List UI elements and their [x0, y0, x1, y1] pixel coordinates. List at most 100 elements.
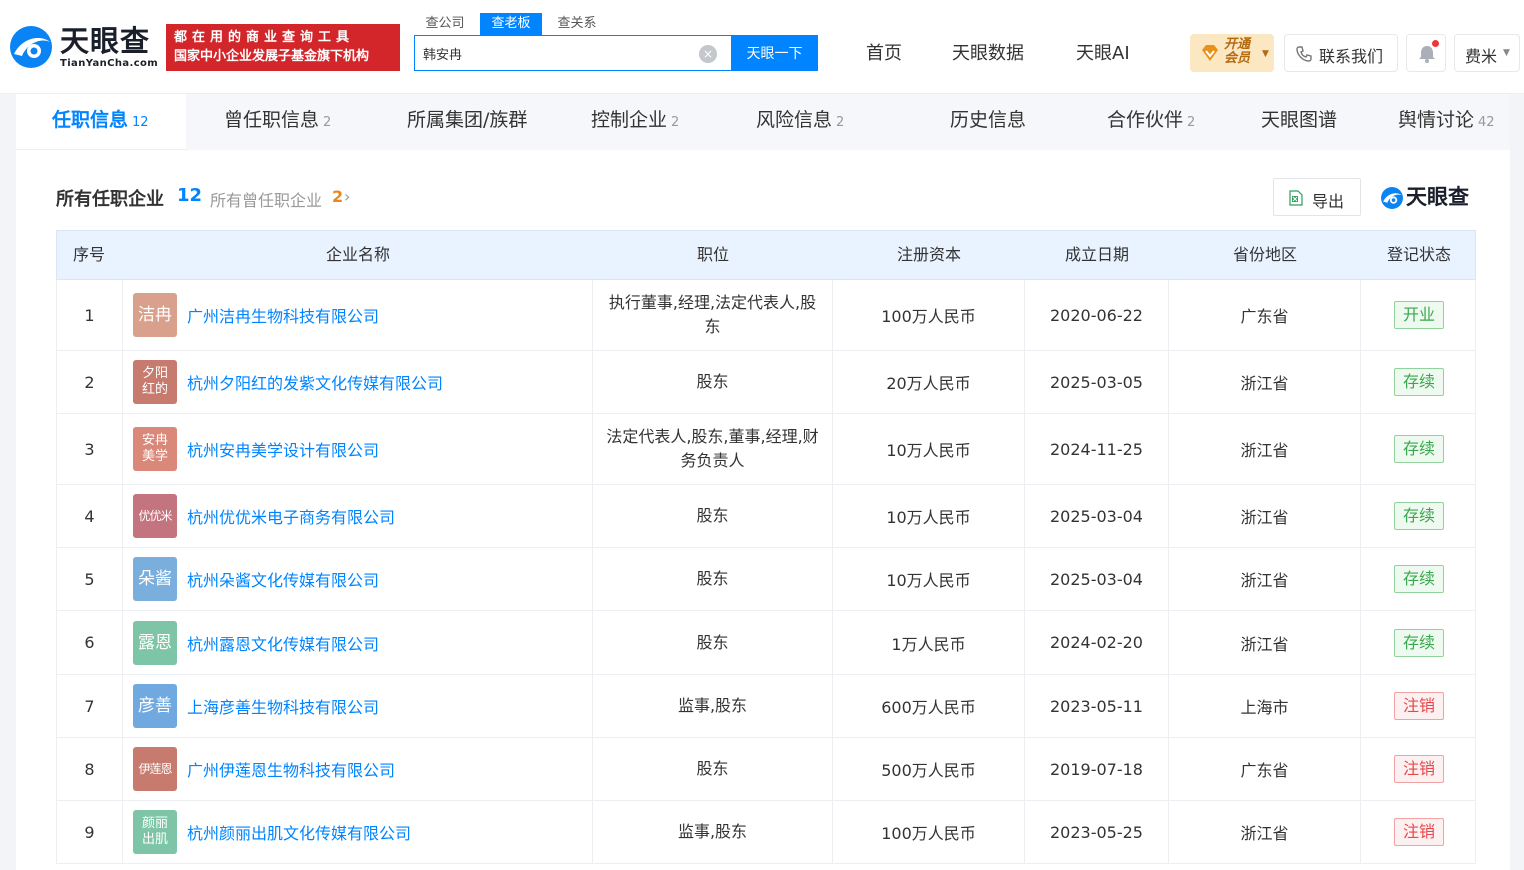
position-text: 股东 — [696, 569, 729, 588]
promo-line-2: 国家中小企业发展子基金旗下机构 — [174, 49, 370, 64]
section-title: 所有任职企业 — [56, 189, 164, 210]
tab-group[interactable]: 所属集团/族群 — [407, 94, 527, 150]
contact-button[interactable]: 联系我们 — [1284, 34, 1398, 72]
search-input[interactable] — [423, 36, 693, 70]
former-companies-count[interactable]: 2 — [332, 187, 343, 206]
company-name-link[interactable]: 上海彦善生物科技有限公司 — [187, 694, 379, 718]
promo-banner[interactable]: 都在用的商业查询工具 国家中小企业发展子基金旗下机构 — [166, 24, 400, 71]
search-tab-boss[interactable]: 查老板 — [480, 13, 542, 35]
nav-home[interactable]: 首页 — [866, 42, 902, 66]
position-cell: 执行董事,经理,法定代表人,股东 — [593, 280, 833, 350]
former-companies-link[interactable]: 所有曾任职企业 — [210, 187, 322, 211]
tab-label: 天眼图谱 — [1261, 109, 1338, 131]
tab-count: 2 — [1187, 115, 1196, 130]
date-cell: 2025-03-04 — [1025, 485, 1169, 547]
company-cell: 露恩 杭州露恩文化传媒有限公司 — [123, 611, 593, 674]
company-avatar[interactable]: 露恩 — [133, 620, 177, 665]
table-row: 7 彦善 上海彦善生物科技有限公司 监事,股东 600万人民币 2023-05-11 上海市… — [56, 675, 1476, 738]
company-name-link[interactable]: 杭州露恩文化传媒有限公司 — [187, 631, 379, 655]
company-avatar[interactable]: 夕阳 红的 — [133, 360, 177, 404]
tab-discussion[interactable]: 舆情讨论 42 — [1398, 94, 1495, 150]
nav-data[interactable]: 天眼数据 — [952, 42, 1024, 66]
table-row: 8 伊莲恩 广州伊莲恩生物科技有限公司 股东 500万人民币 2019-07-18 广东省 注… — [56, 738, 1476, 801]
company-name-link[interactable]: 杭州颜丽出肌文化传媒有限公司 — [187, 820, 411, 844]
company-avatar[interactable]: 洁冉 — [133, 293, 177, 337]
row-number: 3 — [57, 414, 123, 484]
tab-former-positions[interactable]: 曾任职信息 2 — [224, 94, 331, 150]
status-badge: 存续 — [1394, 368, 1444, 396]
tianyancha-logo[interactable]: 天眼查 TianYanCha.com — [8, 24, 160, 72]
table-row: 9 颜丽 出肌 杭州颜丽出肌文化传媒有限公司 监事,股东 100万人民币 2023-05-2… — [56, 801, 1476, 864]
user-name: 费米 — [1465, 47, 1498, 66]
header-status[interactable]: 登记状态 — [1361, 231, 1477, 281]
company-name-link[interactable]: 广州伊莲恩生物科技有限公司 — [187, 757, 395, 781]
notification-dot — [1432, 40, 1439, 47]
date-cell: 2025-03-05 — [1025, 351, 1169, 413]
date-cell: 2020-06-22 — [1025, 280, 1169, 350]
vip-button[interactable]: 开通会员 ▼ — [1190, 34, 1274, 72]
company-avatar[interactable]: 优优米 — [133, 494, 177, 538]
tab-controlled-companies[interactable]: 控制企业 2 — [591, 94, 679, 150]
row-number: 8 — [57, 738, 123, 800]
positions-card: 所有任职企业 12 所有曾任职企业 2 › 导出 天眼查 序号 企业名称 职位 … — [16, 150, 1510, 870]
header-company: 企业名称 — [325, 245, 390, 264]
tab-risk[interactable]: 风险信息 2 — [756, 94, 844, 150]
tab-partners[interactable]: 合作伙伴 2 — [1107, 94, 1195, 150]
company-avatar[interactable]: 彦善 — [133, 684, 177, 728]
company-avatar[interactable]: 朵酱 — [133, 557, 177, 601]
capital-cell: 1万人民币 — [833, 611, 1025, 674]
search-box: × — [414, 35, 732, 71]
status-badge: 存续 — [1394, 502, 1444, 530]
region-cell: 浙江省 — [1169, 351, 1361, 413]
company-avatar[interactable]: 安冉 美学 — [133, 427, 177, 471]
clear-icon[interactable]: × — [699, 45, 717, 63]
header-position: 职位 — [696, 245, 729, 264]
status-cell: 开业 — [1361, 280, 1477, 350]
capital-cell: 10万人民币 — [833, 548, 1025, 610]
position-cell: 监事,股东 — [593, 801, 833, 863]
company-avatar[interactable]: 颜丽 出肌 — [133, 810, 177, 854]
company-cell: 夕阳 红的 杭州夕阳红的发紫文化传媒有限公司 — [123, 351, 593, 413]
tab-label: 控制企业 — [591, 109, 668, 131]
chevron-down-icon: ▼ — [1503, 48, 1510, 58]
position-cell: 股东 — [593, 611, 833, 674]
status-badge: 注销 — [1394, 692, 1444, 720]
promo-line-1: 都在用的商业查询工具 — [174, 30, 355, 45]
tab-count: 2 — [323, 115, 332, 130]
nav-ai[interactable]: 天眼AI — [1076, 42, 1130, 66]
capital-cell: 20万人民币 — [833, 351, 1025, 413]
status-cell: 存续 — [1361, 414, 1477, 484]
company-avatar[interactable]: 伊莲恩 — [133, 747, 177, 791]
export-button[interactable]: 导出 — [1273, 178, 1361, 216]
table-row: 6 露恩 杭州露恩文化传媒有限公司 股东 1万人民币 2024-02-20 浙江省 存续 — [56, 611, 1476, 675]
tab-positions[interactable]: 任职信息 12 — [52, 94, 149, 150]
date-cell: 2025-03-04 — [1025, 548, 1169, 610]
tab-history[interactable]: 历史信息 — [950, 94, 1026, 150]
company-cell: 彦善 上海彦善生物科技有限公司 — [123, 675, 593, 737]
search-tab-company[interactable]: 查公司 — [414, 13, 476, 35]
company-name-link[interactable]: 杭州优优米电子商务有限公司 — [187, 504, 395, 528]
table-row: 2 夕阳 红的 杭州夕阳红的发紫文化传媒有限公司 股东 20万人民币 2025-03-05 浙… — [56, 351, 1476, 414]
vip-label: 开通会员 — [1224, 37, 1251, 66]
company-cell: 朵酱 杭州朵酱文化传媒有限公司 — [123, 548, 593, 610]
region-cell: 浙江省 — [1169, 485, 1361, 547]
chevron-right-icon[interactable]: › — [344, 187, 350, 206]
contact-label: 联系我们 — [1319, 47, 1384, 66]
search-button[interactable]: 天眼一下 — [731, 35, 818, 71]
company-name-link[interactable]: 杭州安冉美学设计有限公司 — [187, 437, 379, 461]
region-cell: 广东省 — [1169, 280, 1361, 350]
search-tab-relation[interactable]: 查关系 — [546, 13, 608, 35]
tab-graph[interactable]: 天眼图谱 — [1261, 94, 1337, 150]
user-menu[interactable]: 费米 ▼ — [1454, 34, 1520, 72]
row-number: 1 — [57, 280, 123, 350]
company-name-link[interactable]: 广州洁冉生物科技有限公司 — [187, 303, 379, 327]
company-name-link[interactable]: 杭州夕阳红的发紫文化传媒有限公司 — [187, 370, 443, 394]
section-count: 12 — [177, 185, 203, 206]
capital-cell: 100万人民币 — [833, 801, 1025, 863]
top-header: 天眼查 TianYanCha.com 都在用的商业查询工具 国家中小企业发展子基… — [0, 0, 1524, 94]
notification-button[interactable] — [1406, 34, 1446, 72]
bell-icon — [1419, 46, 1435, 63]
company-name-link[interactable]: 杭州朵酱文化传媒有限公司 — [187, 567, 379, 591]
table-row: 4 优优米 杭州优优米电子商务有限公司 股东 10万人民币 2025-03-04 浙江省 存续 — [56, 485, 1476, 548]
tab-label: 风险信息 — [756, 109, 833, 131]
